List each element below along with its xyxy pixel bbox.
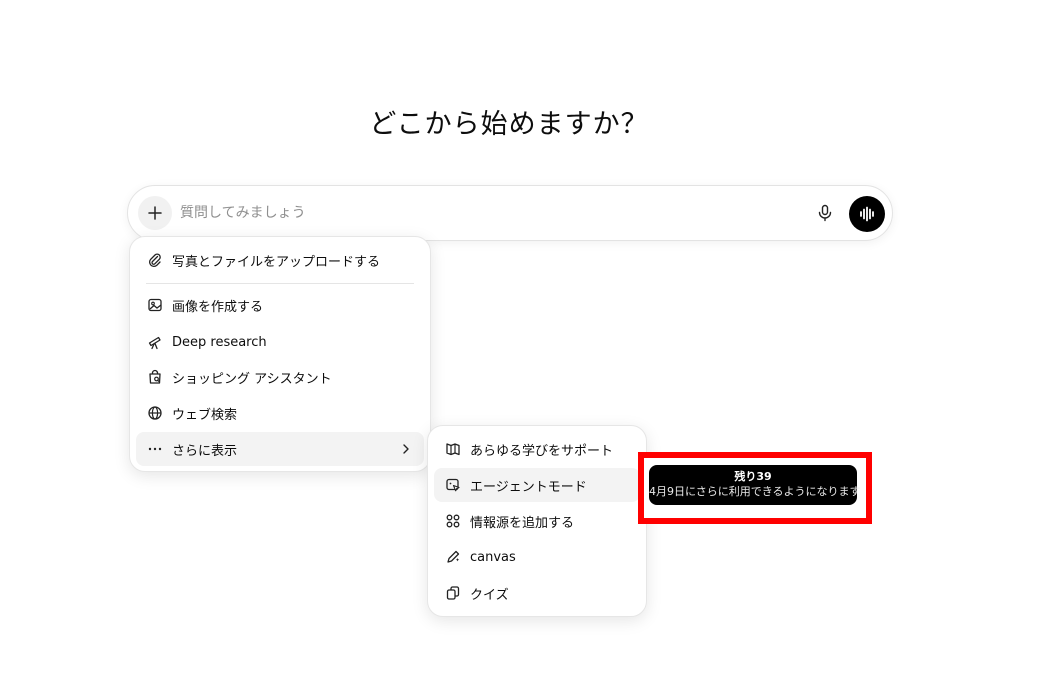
menu-item-upload[interactable]: 写真とファイルをアップロードする <box>136 243 424 277</box>
dictate-button[interactable] <box>812 200 838 226</box>
page: どこから始めますか？ 写真とファイルをアップロードする <box>0 0 1059 679</box>
usage-tooltip: 残り39 4月9日にさらに利用できるようになります <box>649 465 861 505</box>
menu-item-label: canvas <box>470 549 516 565</box>
more-tools-submenu: あらゆる学びをサポート エージェントモード 情報源を追加する canvas クイ… <box>427 425 647 617</box>
submenu-item-add-sources[interactable]: 情報源を追加する <box>434 504 640 538</box>
menu-item-label: 画像を作成する <box>172 299 264 315</box>
menu-item-label: クイズ <box>470 587 509 603</box>
voice-mode-button[interactable] <box>849 196 885 232</box>
prompt-input[interactable] <box>180 200 780 226</box>
add-attachment-button[interactable] <box>138 196 172 230</box>
agent-icon <box>444 476 462 494</box>
connectors-icon <box>444 512 462 530</box>
menu-item-create-image[interactable]: 画像を作成する <box>136 288 424 322</box>
page-title: どこから始めますか？ <box>369 109 649 140</box>
menu-item-deep-research[interactable]: Deep research <box>136 325 424 359</box>
menu-item-shopping-assistant[interactable]: ショッピング アシスタント <box>136 360 424 394</box>
more-icon <box>146 440 164 458</box>
paperclip-icon <box>146 251 164 269</box>
globe-icon <box>146 404 164 422</box>
submenu-item-quiz[interactable]: クイズ <box>434 576 640 610</box>
menu-item-label: 情報源を追加する <box>470 515 575 531</box>
menu-item-label: 写真とファイルをアップロードする <box>172 254 381 270</box>
tooltip-remaining-count: 残り39 <box>734 470 772 483</box>
microphone-icon <box>818 204 832 222</box>
image-icon <box>146 296 164 314</box>
plus-icon <box>148 206 162 220</box>
tools-menu: 写真とファイルをアップロードする 画像を作成する Deep research シ… <box>129 236 431 472</box>
menu-item-label: あらゆる学びをサポート <box>470 443 614 459</box>
menu-item-label: ショッピング アシスタント <box>172 371 332 387</box>
menu-item-label: エージェントモード <box>470 479 587 495</box>
submenu-item-agent-mode[interactable]: エージェントモード <box>434 468 640 502</box>
waveform-icon <box>860 206 874 222</box>
menu-item-label: さらに表示 <box>172 443 238 459</box>
telescope-icon <box>146 333 164 351</box>
menu-item-web-search[interactable]: ウェブ検索 <box>136 396 424 430</box>
book-icon <box>444 440 462 458</box>
menu-item-label: ウェブ検索 <box>172 407 238 423</box>
menu-item-label: Deep research <box>172 334 267 350</box>
prompt-composer <box>127 185 893 241</box>
cards-icon <box>444 584 462 602</box>
shopping-bag-icon <box>146 368 164 386</box>
chevron-right-icon <box>398 441 414 457</box>
submenu-item-canvas[interactable]: canvas <box>434 540 640 574</box>
pen-icon <box>444 548 462 566</box>
menu-item-show-more[interactable]: さらに表示 <box>136 432 424 466</box>
tooltip-reset-message: 4月9日にさらに利用できるようになります <box>649 485 861 498</box>
submenu-item-study[interactable]: あらゆる学びをサポート <box>434 432 640 466</box>
menu-divider <box>146 283 414 284</box>
